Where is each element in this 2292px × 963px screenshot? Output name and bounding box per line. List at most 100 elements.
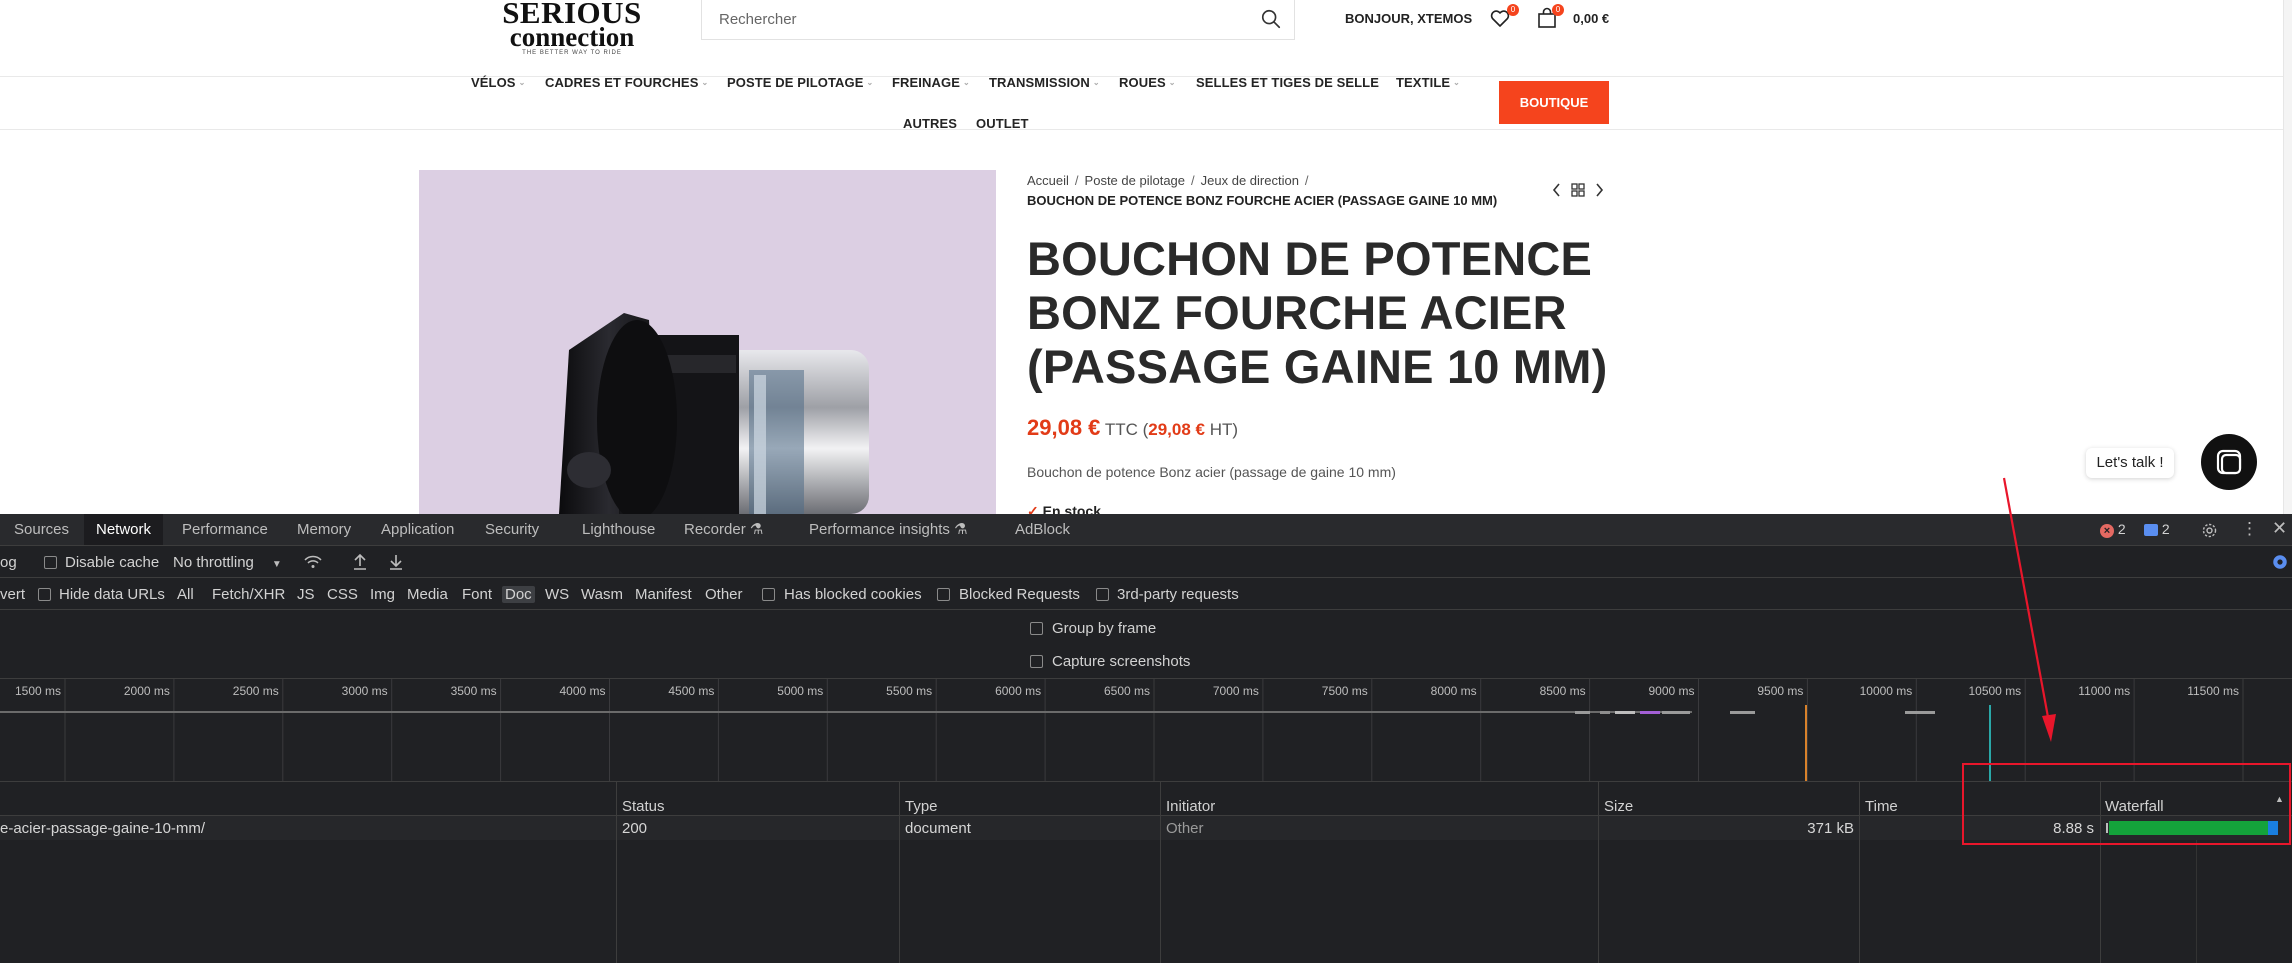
blocked-requests-checkbox[interactable] <box>937 588 950 601</box>
account-greeting[interactable]: BONJOUR, XTEMOS <box>1345 11 1472 26</box>
nav-item-freinage[interactable]: FREINAGE ⌄ <box>892 75 970 90</box>
capture-screenshots-label[interactable]: Capture screenshots <box>1052 653 1190 670</box>
filter-media[interactable]: Media <box>407 586 448 603</box>
timeline-tick-label: 11500 ms <box>2187 684 2239 698</box>
breadcrumb-link-poste[interactable]: Poste de pilotage <box>1085 173 1185 188</box>
next-product-icon[interactable] <box>1593 182 1605 198</box>
column-divider <box>1859 781 1860 963</box>
capture-screenshots-checkbox[interactable] <box>1030 655 1043 668</box>
tab-sources[interactable]: Sources <box>14 514 69 545</box>
invert-label[interactable]: vert <box>0 586 25 603</box>
filter-doc[interactable]: Doc <box>502 586 535 603</box>
breadcrumb-link-jeux[interactable]: Jeux de direction <box>1201 173 1299 188</box>
hide-data-urls-label[interactable]: Hide data URLs <box>59 586 165 603</box>
filter-font[interactable]: Font <box>462 586 492 603</box>
cart-total[interactable]: 0,00 € <box>1573 11 1609 26</box>
message-counter[interactable]: 2 <box>2144 521 2170 537</box>
request-name[interactable]: e-acier-passage-gaine-10-mm/ <box>0 820 205 837</box>
group-by-frame-label[interactable]: Group by frame <box>1052 620 1156 637</box>
column-header-size[interactable]: Size <box>1604 798 1633 815</box>
nav-item-transmission[interactable]: TRANSMISSION ⌄ <box>989 75 1100 90</box>
ttc-label: TTC ( <box>1104 420 1149 439</box>
timeline-tick-label: 4500 ms <box>668 684 715 698</box>
timeline-tick-label: 2500 ms <box>232 684 279 698</box>
annotation-arrow <box>2002 477 2056 742</box>
third-party-label[interactable]: 3rd-party requests <box>1117 586 1239 603</box>
timeline-tick-label: 1500 ms <box>14 684 61 698</box>
nav-item-textile[interactable]: TEXTILE ⌄ <box>1396 75 1460 90</box>
error-icon: × <box>2100 524 2114 538</box>
tab-performance[interactable]: Performance <box>182 514 268 545</box>
timeline-tick-label: 9500 ms <box>1757 684 1804 698</box>
price-ttc: 29,08 € <box>1027 415 1101 440</box>
column-header-type[interactable]: Type <box>905 798 938 815</box>
gear-icon[interactable] <box>2201 522 2218 539</box>
search-icon[interactable] <box>1260 8 1282 30</box>
disable-cache-checkbox[interactable] <box>44 556 57 569</box>
filter-other[interactable]: Other <box>705 586 743 603</box>
column-divider <box>899 781 900 963</box>
tab-security[interactable]: Security <box>485 514 539 545</box>
import-har-icon[interactable] <box>352 553 368 571</box>
column-header-initiator[interactable]: Initiator <box>1166 798 1215 815</box>
search-bar <box>701 0 1295 40</box>
tab-recorder[interactable]: Recorder ⚗ <box>684 514 763 545</box>
nav-divider <box>0 129 2292 130</box>
nav-item-velos[interactable]: VÉLOS ⌄ <box>471 75 525 90</box>
timeline-tick-label: 5000 ms <box>777 684 824 698</box>
product-image[interactable] <box>419 170 996 514</box>
filter-ws[interactable]: WS <box>545 586 569 603</box>
nav-item-selles[interactable]: SELLES ET TIGES DE SELLE <box>1196 75 1379 90</box>
tab-performance-insights[interactable]: Performance insights ⚗ <box>809 514 968 545</box>
network-conditions-icon[interactable] <box>303 554 323 570</box>
tab-memory[interactable]: Memory <box>297 514 351 545</box>
chat-button[interactable] <box>2201 434 2257 490</box>
timeline-tick-label: 3500 ms <box>450 684 497 698</box>
error-counter[interactable]: × 2 <box>2100 521 2126 538</box>
column-header-status[interactable]: Status <box>622 798 665 815</box>
hide-data-urls-checkbox[interactable] <box>38 588 51 601</box>
tab-lighthouse[interactable]: Lighthouse <box>582 514 655 545</box>
timeline-request-segment <box>1600 711 1610 714</box>
grid-icon[interactable] <box>1571 183 1585 197</box>
logo-line2: connection <box>509 22 635 52</box>
column-header-time[interactable]: Time <box>1865 798 1898 815</box>
search-input[interactable] <box>702 0 1242 38</box>
nav-item-roues[interactable]: ROUES ⌄ <box>1119 75 1176 90</box>
site-logo[interactable]: SERIOUS connection THE BETTER WAY TO RID… <box>498 0 646 62</box>
filter-img[interactable]: Img <box>370 586 395 603</box>
blocked-requests-label[interactable]: Blocked Requests <box>959 586 1080 603</box>
filter-all[interactable]: All <box>177 586 194 603</box>
filter-css[interactable]: CSS <box>327 586 358 603</box>
boutique-button[interactable]: BOUTIQUE <box>1499 81 1609 124</box>
close-icon[interactable]: ✕ <box>2272 518 2287 539</box>
network-settings-icon[interactable] <box>2271 553 2289 571</box>
filter-fetch-xhr[interactable]: Fetch/XHR <box>212 586 285 603</box>
page-scrollbar[interactable] <box>2283 0 2292 514</box>
blocked-cookies-label[interactable]: Has blocked cookies <box>784 586 922 603</box>
third-party-checkbox[interactable] <box>1096 588 1109 601</box>
breadcrumb-link-accueil[interactable]: Accueil <box>1027 173 1069 188</box>
nav-item-cadres[interactable]: CADRES ET FOURCHES ⌄ <box>545 75 708 90</box>
chat-icon <box>2216 449 2242 475</box>
disable-cache-label[interactable]: Disable cache <box>65 554 159 571</box>
preserve-log-label[interactable]: og <box>0 554 17 571</box>
group-by-frame-checkbox[interactable] <box>1030 622 1043 635</box>
tab-application[interactable]: Application <box>381 514 454 545</box>
previous-product-icon[interactable] <box>1551 182 1563 198</box>
filter-js[interactable]: JS <box>297 586 315 603</box>
nav-item-poste-pilotage[interactable]: POSTE DE PILOTAGE ⌄ <box>727 75 873 90</box>
timeline-tick-label: 6000 ms <box>995 684 1042 698</box>
more-options-icon[interactable]: ⋮ <box>2241 519 2258 539</box>
blocked-cookies-checkbox[interactable] <box>762 588 775 601</box>
filter-manifest[interactable]: Manifest <box>635 586 692 603</box>
tab-network[interactable]: Network <box>84 514 164 545</box>
export-har-icon[interactable] <box>388 553 404 571</box>
filter-wasm[interactable]: Wasm <box>581 586 623 603</box>
nav-item-label: TRANSMISSION <box>989 75 1090 90</box>
timeline-tick-label: 4000 ms <box>559 684 606 698</box>
throttling-select[interactable]: No throttling ▼ <box>173 554 282 571</box>
nav-item-label: TEXTILE <box>1396 75 1451 90</box>
chat-label[interactable]: Let's talk ! <box>2086 448 2174 478</box>
tab-adblock[interactable]: AdBlock <box>1015 514 1070 545</box>
